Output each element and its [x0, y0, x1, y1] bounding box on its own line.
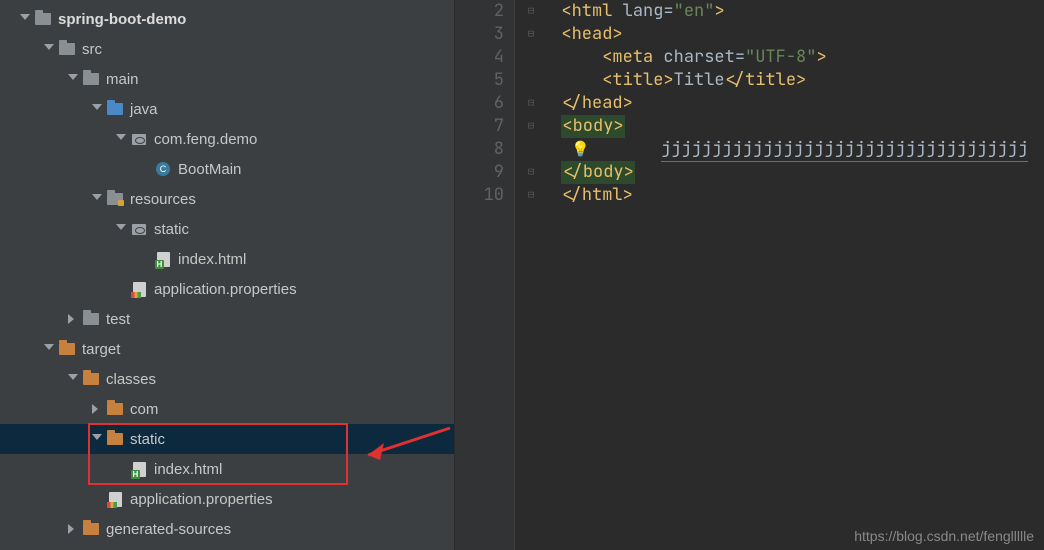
tree-node-label: resources: [130, 191, 196, 208]
expand-arrow-icon[interactable]: [42, 342, 56, 356]
expand-arrow-icon[interactable]: [66, 522, 80, 536]
class-icon: C: [154, 161, 172, 177]
line-number: 7: [455, 115, 504, 138]
folder-orange-icon: [58, 341, 76, 357]
line-number: 10: [455, 184, 504, 207]
expand-arrow-icon[interactable]: [18, 12, 32, 26]
line-number: 4: [455, 46, 504, 69]
code-line: ⊟ </html>: [521, 184, 1044, 207]
fold-icon[interactable]: ⊟: [521, 23, 541, 46]
tree-node-target[interactable]: target: [0, 334, 454, 364]
code-line: ⊟ </body>: [521, 161, 1044, 184]
tree-node-label: generated-sources: [106, 521, 231, 538]
code-line: ⊟ <head>: [521, 23, 1044, 46]
folder-icon: [82, 311, 100, 327]
tree-node-label: src: [82, 41, 102, 58]
tree-node-label: target: [82, 341, 120, 358]
tree-node-src[interactable]: src: [0, 34, 454, 64]
tree-node-static[interactable]: static: [0, 214, 454, 244]
expand-arrow-icon[interactable]: [66, 372, 80, 386]
folder-orange-icon: [82, 521, 100, 537]
tree-node-label: static: [154, 221, 189, 238]
expand-arrow-icon[interactable]: [66, 312, 80, 326]
ide-root: spring-boot-demo srcmain java com.feng.demo…: [0, 0, 1044, 550]
tree-node-application-properties[interactable]: application.properties: [0, 274, 454, 304]
line-number: 2: [455, 0, 504, 23]
pkg-icon: [130, 131, 148, 147]
tree-node-label: main: [106, 71, 139, 88]
tree-node-test[interactable]: test: [0, 304, 454, 334]
line-number: 8: [455, 138, 504, 161]
expand-arrow-icon[interactable]: [90, 402, 104, 416]
tree-node-index-html[interactable]: index.html: [0, 244, 454, 274]
tree-node-label: com.feng.demo: [154, 131, 257, 148]
expand-arrow-icon[interactable]: [114, 132, 128, 146]
html-icon: [154, 251, 172, 267]
folder-resources-icon: [106, 191, 124, 207]
tree-node-label: BootMain: [178, 161, 241, 178]
watermark-text: https://blog.csdn.net/fengllllle: [854, 528, 1034, 544]
tree-node-label: index.html: [178, 251, 246, 268]
folder-icon: [82, 71, 100, 87]
pkg-icon: [130, 221, 148, 237]
fold-icon[interactable]: ⊟: [521, 184, 541, 207]
code-editor[interactable]: 2345678910 ⊟ <html lang="en"> ⊟ <head> <…: [455, 0, 1044, 550]
line-number: 9: [455, 161, 504, 184]
line-number: 5: [455, 69, 504, 92]
expand-arrow-icon[interactable]: [42, 42, 56, 56]
folder-icon: [58, 41, 76, 57]
folder-blue-icon: [106, 101, 124, 117]
tree-node-label: com: [130, 401, 158, 418]
tree-node-label: java: [130, 101, 158, 118]
tree-node-label: spring-boot-demo: [58, 11, 186, 28]
tree-node-resources[interactable]: resources: [0, 184, 454, 214]
folder-icon: [34, 11, 52, 27]
tree-node-label: application.properties: [130, 491, 273, 508]
editor-code-area[interactable]: ⊟ <html lang="en"> ⊟ <head> <meta charse…: [515, 0, 1044, 550]
tree-node-label: test: [106, 311, 130, 328]
tree-node-main[interactable]: main: [0, 64, 454, 94]
code-line: ⊟ </head>: [521, 92, 1044, 115]
code-line: <title>Title</title>: [521, 69, 1044, 92]
expand-arrow-icon[interactable]: [90, 102, 104, 116]
code-line: ⊟ <body>: [521, 115, 1044, 138]
tree-node-application-properties[interactable]: application.properties: [0, 484, 454, 514]
code-line: 💡 jjjjjjjjjjjjjjjjjjjjjjjjjjjjjjjjjjjj: [521, 138, 1044, 161]
fold-icon[interactable]: ⊟: [521, 92, 541, 115]
editor-gutter: 2345678910: [455, 0, 515, 550]
fold-icon[interactable]: ⊟: [521, 161, 541, 184]
line-number: 6: [455, 92, 504, 115]
project-tree[interactable]: spring-boot-demo srcmain java com.feng.demo…: [0, 0, 455, 550]
annotation-red-box: [88, 423, 348, 485]
code-line: ⊟ <html lang="en">: [521, 0, 1044, 23]
expand-arrow-icon[interactable]: [114, 222, 128, 236]
expand-arrow-icon[interactable]: [66, 72, 80, 86]
tree-node-generated-sources[interactable]: generated-sources: [0, 514, 454, 544]
tree-node-label: application.properties: [154, 281, 297, 298]
prop-icon: [106, 491, 124, 507]
tree-node-classes[interactable]: classes: [0, 364, 454, 394]
folder-orange-icon: [82, 371, 100, 387]
code-line: <meta charset="UTF-8">: [521, 46, 1044, 69]
tree-node-java[interactable]: java: [0, 94, 454, 124]
tree-node-com-feng-demo[interactable]: com.feng.demo: [0, 124, 454, 154]
tree-node-spring-boot-demo[interactable]: spring-boot-demo: [0, 4, 454, 34]
expand-arrow-icon[interactable]: [90, 192, 104, 206]
intention-bulb-icon[interactable]: 💡: [571, 138, 590, 161]
tree-node-label: classes: [106, 371, 156, 388]
fold-icon[interactable]: ⊟: [521, 0, 541, 23]
folder-orange-icon: [106, 401, 124, 417]
prop-icon: [130, 281, 148, 297]
line-number: 3: [455, 23, 504, 46]
annotation-red-arrow: [350, 420, 455, 470]
tree-node-BootMain[interactable]: C BootMain: [0, 154, 454, 184]
fold-icon[interactable]: ⊟: [521, 115, 541, 138]
